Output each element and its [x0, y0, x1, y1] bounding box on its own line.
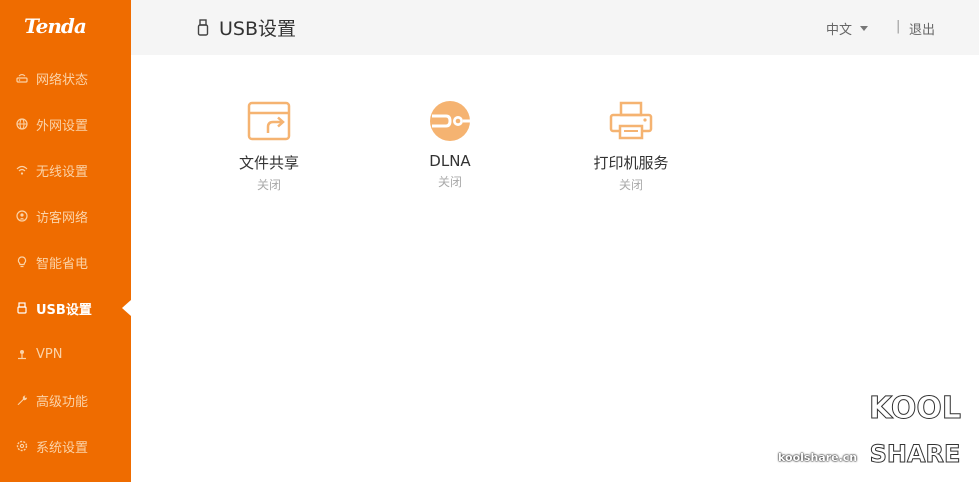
language-select[interactable]: 中文	[826, 19, 869, 38]
wifi-icon	[15, 163, 29, 177]
watermark-site: koolshare.cn	[778, 451, 858, 464]
tile-file-sharing[interactable]: 文件共享 关闭	[209, 100, 329, 193]
sidebar-item-label: 外网设置	[36, 118, 89, 134]
sidebar-item-vpn[interactable]: VPN	[0, 331, 131, 377]
svg-text:KOOL: KOOL	[869, 391, 961, 426]
folder-share-icon	[247, 101, 291, 141]
globe-icon	[15, 117, 29, 131]
bulb-icon	[15, 255, 29, 269]
page-title-text: USB设置	[219, 18, 297, 40]
page-title: USB设置	[196, 14, 296, 41]
wrench-icon	[15, 393, 29, 407]
printer-icon	[609, 101, 653, 140]
sidebar-item-system-settings[interactable]: 系统设置	[0, 423, 131, 469]
sidebar-item-label: 智能省电	[36, 256, 89, 272]
logout-link[interactable]: 退出	[909, 19, 935, 38]
language-value: 中文	[826, 23, 853, 38]
usb-icon	[196, 18, 210, 37]
koolshare-logo: KOOL SHARE	[868, 391, 961, 469]
sidebar-item-label: 网络状态	[36, 72, 89, 88]
app-window: Tenda 网络状态 外网设置 无线设置 访客网络 智能省电 USB设置 VPN…	[0, 0, 979, 482]
tile-printer-service[interactable]: 打印机服务 关闭	[571, 100, 691, 193]
tile-status: 关闭	[256, 178, 281, 192]
tile-label: 打印机服务	[593, 154, 669, 172]
sidebar-item-label: USB设置	[36, 302, 92, 318]
sidebar-item-label: 系统设置	[36, 440, 89, 456]
vpn-icon	[15, 347, 29, 361]
sidebar: Tenda 网络状态 外网设置 无线设置 访客网络 智能省电 USB设置 VPN…	[0, 0, 131, 482]
sidebar-item-usb-settings[interactable]: USB设置	[0, 285, 131, 331]
tile-status: 关闭	[437, 175, 462, 189]
top-header: USB设置 中文 | 退出	[131, 0, 979, 55]
sidebar-item-label: 高级功能	[36, 394, 89, 410]
tile-dlna[interactable]: DLNA 关闭	[390, 100, 510, 190]
guest-icon	[15, 209, 29, 223]
header-divider: |	[896, 19, 901, 34]
gear-icon	[15, 439, 29, 453]
sidebar-item-advanced[interactable]: 高级功能	[0, 377, 131, 423]
chevron-down-icon	[860, 26, 869, 31]
sidebar-item-guest-network[interactable]: 访客网络	[0, 193, 131, 239]
sidebar-item-power-saving[interactable]: 智能省电	[0, 239, 131, 285]
dlna-icon	[430, 101, 470, 141]
sidebar-item-label: VPN	[36, 346, 63, 362]
sidebar-item-wireless-settings[interactable]: 无线设置	[0, 147, 131, 193]
router-icon	[15, 71, 29, 85]
brand-logo: Tenda	[24, 14, 87, 38]
sidebar-item-network-status[interactable]: 网络状态	[0, 55, 131, 101]
tile-status: 关闭	[618, 178, 643, 192]
sidebar-item-label: 访客网络	[36, 210, 89, 226]
sidebar-item-wan-settings[interactable]: 外网设置	[0, 101, 131, 147]
usb-icon	[15, 301, 29, 315]
svg-text:SHARE: SHARE	[870, 440, 961, 468]
sidebar-item-label: 无线设置	[36, 164, 89, 180]
tile-label: DLNA	[429, 152, 471, 170]
tile-label: 文件共享	[238, 154, 299, 172]
